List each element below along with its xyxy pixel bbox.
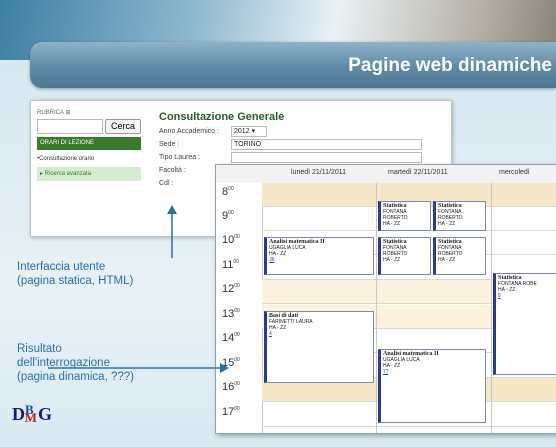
dbmg-logo: DBMG xyxy=(12,402,52,425)
arrow-up-icon xyxy=(167,205,177,214)
result-note: Risultato dell'interrogazione (pagina di… xyxy=(17,343,134,383)
interface-note: Interfaccia utente (pagina statica, HTML… xyxy=(17,261,134,287)
arrow-right-icon xyxy=(220,363,229,373)
